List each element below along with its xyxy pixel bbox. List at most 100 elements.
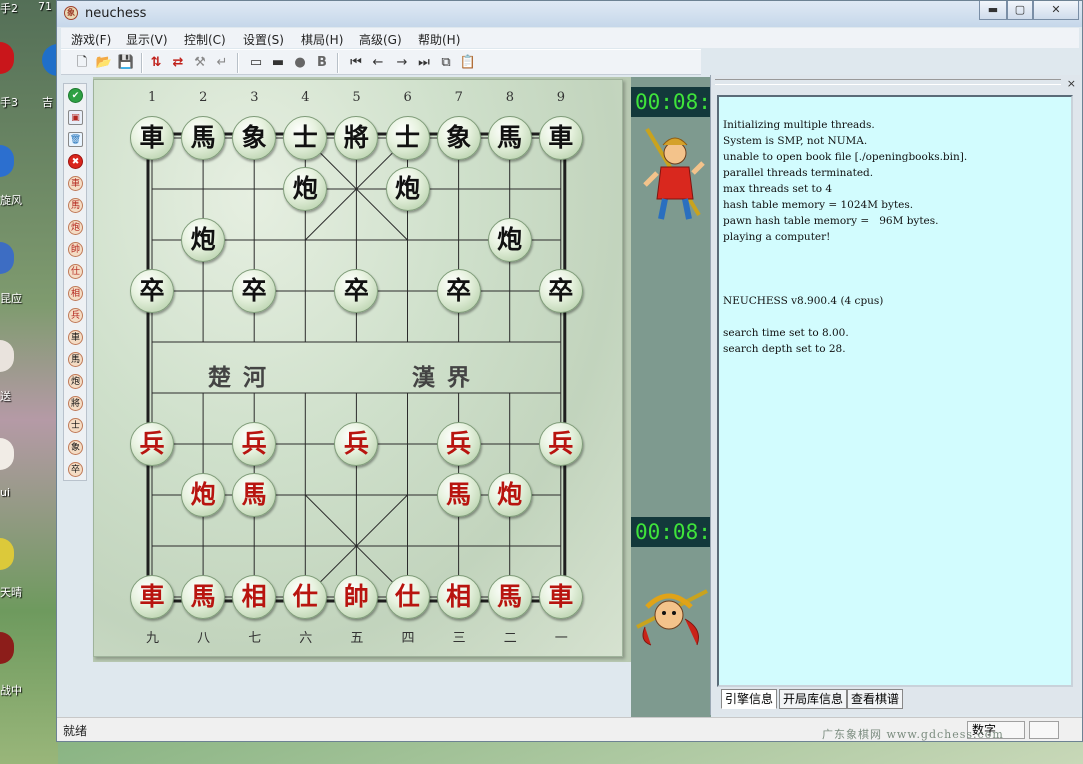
piece-red[interactable]: 兵 <box>538 422 583 466</box>
piece-red[interactable]: 仕 <box>385 575 430 619</box>
maximize-button[interactable]: ▢ <box>1007 1 1033 20</box>
tab-view-record[interactable]: 查看棋谱 <box>847 689 904 709</box>
close-button[interactable]: ✕ <box>1033 1 1079 20</box>
piece-red[interactable]: 馬 <box>487 575 532 619</box>
piece-black[interactable]: 炮 <box>487 218 532 262</box>
palette-red-king[interactable]: 帥 <box>68 242 83 257</box>
top-coordinate: 4 <box>301 90 310 105</box>
desktop-app-icon[interactable] <box>0 242 14 274</box>
river-right-text: 漢 界 <box>412 364 473 391</box>
palette-black-advisor[interactable]: 士 <box>68 418 83 433</box>
bold-icon[interactable]: B <box>313 54 331 72</box>
hint-icon[interactable]: ⚒ <box>191 54 209 72</box>
piece-black[interactable]: 炮 <box>181 218 226 262</box>
minimize-button[interactable]: ▬ <box>979 1 1007 20</box>
piece-black[interactable]: 馬 <box>181 116 226 160</box>
menu-position[interactable]: 棋局(H) <box>301 31 343 48</box>
piece-red[interactable]: 炮 <box>181 473 226 517</box>
new-icon[interactable]: 🗋 <box>73 54 91 72</box>
desktop-app-icon[interactable] <box>0 145 14 177</box>
piece-black[interactable]: 炮 <box>385 167 430 211</box>
check-icon[interactable]: ✔ <box>68 88 83 103</box>
piece-black[interactable]: 炮 <box>283 167 328 211</box>
palette-red-pawn[interactable]: 兵 <box>68 308 83 323</box>
menu-game[interactable]: 游戏(F) <box>71 31 111 48</box>
piece-red[interactable]: 相 <box>436 575 481 619</box>
clear-icon[interactable]: ✖ <box>68 154 83 169</box>
palette-red-elephant[interactable]: 相 <box>68 286 83 301</box>
palette-black-cannon[interactable]: 炮 <box>68 374 83 389</box>
piece-red[interactable]: 兵 <box>130 422 174 466</box>
xiangqi-board[interactable]: 楚 河 漢 界 123456789九八七六五四三二一車馬象士將士象馬車炮炮炮炮卒… <box>93 79 623 657</box>
palette-black-king[interactable]: 將 <box>68 396 83 411</box>
palette-black-rook[interactable]: 車 <box>68 330 83 345</box>
piece-black[interactable]: 卒 <box>436 269 481 313</box>
undo-arrow-icon[interactable]: ↵ <box>213 54 231 72</box>
monitor2-icon[interactable]: ▬ <box>269 54 287 72</box>
desktop-label: ui <box>0 486 11 499</box>
piece-red[interactable]: 炮 <box>487 473 532 517</box>
piece-red[interactable]: 兵 <box>436 422 481 466</box>
piece-black[interactable]: 卒 <box>232 269 277 313</box>
app-icon[interactable]: 象 <box>64 6 78 20</box>
open-icon[interactable]: 📂 <box>95 54 113 72</box>
menu-settings[interactable]: 设置(S) <box>243 31 284 48</box>
paste-icon[interactable]: 📋 <box>459 54 477 72</box>
piece-black[interactable]: 卒 <box>538 269 583 313</box>
prev-move-icon[interactable]: ← <box>369 54 387 72</box>
copy-icon[interactable]: ⧉ <box>437 54 455 72</box>
palette-black-horse[interactable]: 馬 <box>68 352 83 367</box>
status-text: 就绪 <box>63 724 88 738</box>
board-icon[interactable]: ▣ <box>68 110 83 125</box>
menu-advanced[interactable]: 高级(G) <box>359 31 402 48</box>
desktop-app-icon[interactable] <box>0 632 14 664</box>
engine-log[interactable]: Initializing multiple threads. System is… <box>717 95 1073 687</box>
piece-red[interactable]: 仕 <box>283 575 328 619</box>
flip-board-icon[interactable]: ⇅ <box>147 54 165 72</box>
piece-black[interactable]: 車 <box>130 116 174 160</box>
piece-black[interactable]: 士 <box>385 116 430 160</box>
monitor-icon[interactable]: ▭ <box>247 54 265 72</box>
info-close-button[interactable]: × <box>1067 77 1076 90</box>
next-move-icon[interactable]: → <box>393 54 411 72</box>
piece-black[interactable]: 卒 <box>130 269 174 313</box>
palette-red-horse[interactable]: 馬 <box>68 198 83 213</box>
last-move-icon[interactable]: ⏭ <box>415 54 433 72</box>
record-icon[interactable]: ● <box>291 54 309 72</box>
palette-red-rook[interactable]: 車 <box>68 176 83 191</box>
piece-black[interactable]: 士 <box>283 116 328 160</box>
piece-black[interactable]: 象 <box>232 116 277 160</box>
piece-red[interactable]: 兵 <box>232 422 277 466</box>
piece-black[interactable]: 馬 <box>487 116 532 160</box>
swap-icon[interactable]: ⇄ <box>169 54 187 72</box>
piece-black[interactable]: 象 <box>436 116 481 160</box>
tab-engine-info[interactable]: 引擎信息 <box>721 689 778 709</box>
desktop-app-icon[interactable] <box>0 42 14 74</box>
piece-red[interactable]: 相 <box>232 575 277 619</box>
palette-red-cannon[interactable]: 炮 <box>68 220 83 235</box>
desktop-app-icon[interactable] <box>0 438 14 470</box>
info-panel-grip[interactable] <box>715 79 1061 85</box>
palette-black-elephant[interactable]: 象 <box>68 440 83 455</box>
tab-opening-book[interactable]: 开局库信息 <box>779 689 848 709</box>
trash-icon[interactable]: 🗑 <box>68 132 83 147</box>
menu-control[interactable]: 控制(C) <box>184 31 226 48</box>
top-coordinate: 1 <box>148 90 157 105</box>
toolbar-separator <box>141 53 143 73</box>
piece-red[interactable]: 馬 <box>181 575 226 619</box>
desktop-app-icon[interactable] <box>0 538 14 570</box>
save-icon[interactable]: 💾 <box>117 54 135 72</box>
piece-red[interactable]: 馬 <box>232 473 277 517</box>
piece-red[interactable]: 車 <box>130 575 174 619</box>
piece-red[interactable]: 馬 <box>436 473 481 517</box>
title-bar[interactable]: 象 neuchess ▬ ▢ ✕ <box>57 1 1082 27</box>
palette-red-advisor[interactable]: 仕 <box>68 264 83 279</box>
river-left-text: 楚 河 <box>208 364 269 391</box>
first-move-icon[interactable]: ⏮ <box>347 54 365 72</box>
menu-view[interactable]: 显示(V) <box>126 31 168 48</box>
piece-red[interactable]: 車 <box>538 575 583 619</box>
desktop-app-icon[interactable] <box>0 340 14 372</box>
palette-black-pawn[interactable]: 卒 <box>68 462 83 477</box>
piece-black[interactable]: 車 <box>538 116 583 160</box>
menu-help[interactable]: 帮助(H) <box>418 31 460 48</box>
